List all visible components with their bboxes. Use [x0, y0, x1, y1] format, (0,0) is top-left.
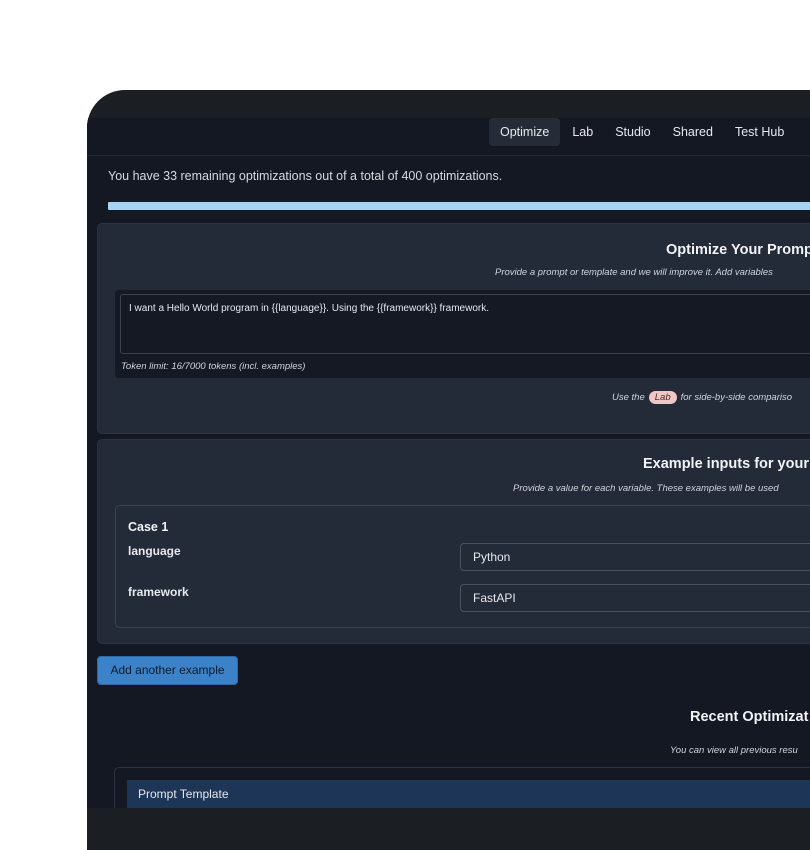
lab-hint-suffix: for side-by-side compariso — [680, 392, 793, 403]
variable-input-language[interactable]: Python — [460, 543, 810, 571]
examples-card-subtitle: Provide a value for each variable. These… — [513, 483, 779, 494]
add-example-button[interactable]: Add another example — [97, 656, 238, 685]
variable-label-framework: framework — [128, 585, 189, 599]
prompt-textarea[interactable]: I want a Hello World program in {{langua… — [120, 294, 810, 354]
optimization-quota-notice: You have 33 remaining optimizations out … — [108, 169, 503, 183]
lab-link-pill[interactable]: Lab — [648, 391, 677, 404]
prompt-text: I want a Hello World program in {{langua… — [129, 303, 490, 314]
nav-tabs: Optimize Lab Studio Shared Test Hub — [489, 118, 795, 146]
recent-optimizations-title: Recent Optimizat — [690, 709, 809, 725]
app-screen: Optimize Lab Studio Shared Test Hub You … — [87, 118, 810, 808]
lab-hint-prefix: Use the — [612, 392, 645, 403]
optimize-card-title: Optimize Your Promp — [666, 242, 810, 258]
case-title: Case 1 — [128, 520, 169, 534]
recent-optimizations-table: Prompt Template — [114, 767, 810, 808]
examples-card-title: Example inputs for your — [643, 456, 809, 472]
optimize-prompt-card: Optimize Your Promp Provide a prompt or … — [97, 223, 810, 434]
device-frame: Optimize Lab Studio Shared Test Hub You … — [87, 90, 810, 850]
tab-lab[interactable]: Lab — [561, 118, 604, 146]
tab-optimize[interactable]: Optimize — [489, 118, 561, 146]
optimize-card-subtitle: Provide a prompt or template and we will… — [495, 267, 773, 278]
top-navbar: Optimize Lab Studio Shared Test Hub — [87, 118, 810, 156]
variable-label-language: language — [128, 544, 181, 558]
tab-test-hub[interactable]: Test Hub — [724, 118, 795, 146]
token-limit-label: Token limit: 16/7000 tokens (incl. examp… — [121, 361, 306, 372]
example-case: Case 1 language Python framework FastAPI — [115, 505, 810, 628]
tab-shared[interactable]: Shared — [662, 118, 724, 146]
tab-studio[interactable]: Studio — [604, 118, 661, 146]
recent-optimizations-subtitle: You can view all previous resu — [670, 745, 798, 756]
variable-input-framework[interactable]: FastAPI — [460, 584, 810, 612]
table-header-prompt-template: Prompt Template — [127, 780, 810, 808]
quota-progress-bar — [108, 202, 810, 210]
lab-hint: Use the Lab for side-by-side compariso — [612, 391, 792, 404]
example-inputs-card: Example inputs for your Provide a value … — [97, 439, 810, 644]
device-bezel-bottom — [87, 808, 810, 850]
prompt-editor: I want a Hello World program in {{langua… — [115, 290, 810, 378]
